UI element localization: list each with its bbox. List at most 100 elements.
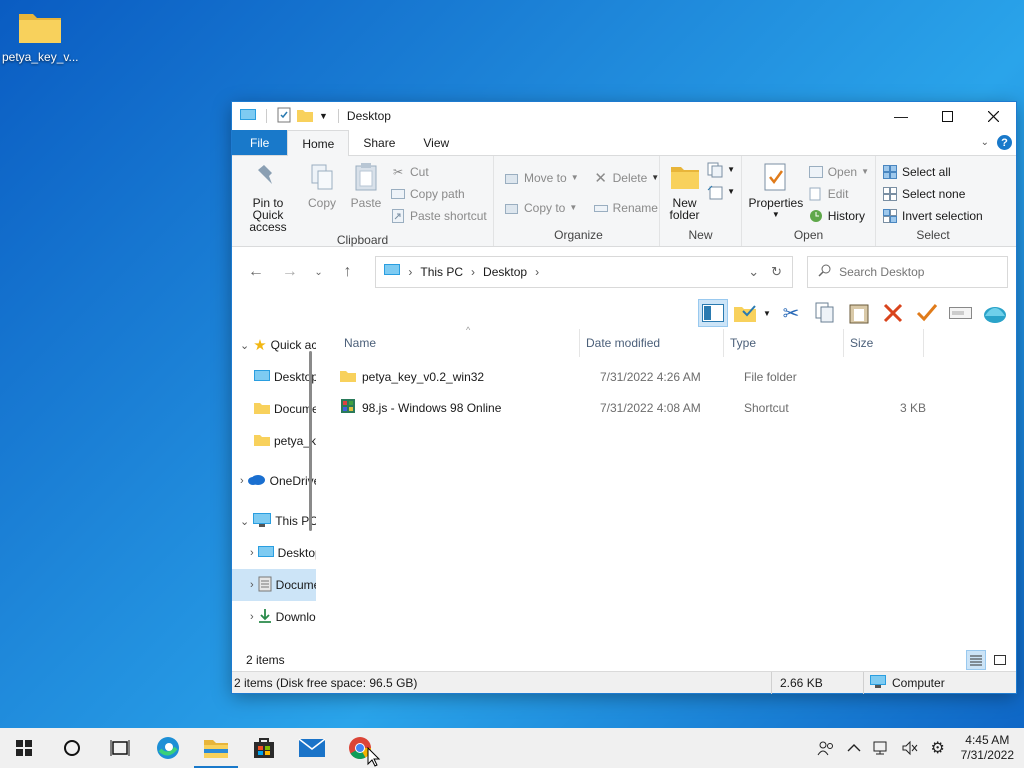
edit-button[interactable]: Edit: [808, 184, 869, 203]
large-icons-view-button[interactable]: [990, 650, 1010, 670]
search-input[interactable]: [839, 265, 1000, 279]
properties-button[interactable]: Properties ▼: [748, 160, 804, 228]
ribbon-tabs: File Home Share View ⌄ ?: [232, 130, 1016, 156]
item-count-row: 2 items: [232, 649, 1016, 671]
help-icon[interactable]: ?: [997, 135, 1012, 150]
minimize-button[interactable]: —: [878, 102, 924, 130]
easy-access-button[interactable]: ▼: [707, 182, 735, 201]
task-view-button[interactable]: [96, 728, 144, 768]
rename-toolbar-button[interactable]: [946, 299, 976, 327]
copy-button[interactable]: Copy: [302, 160, 342, 233]
file-row[interactable]: petya_key_v0.2_win32 7/31/2022 4:26 AM F…: [316, 361, 1016, 392]
nav-this-pc[interactable]: ⌄ This PC: [232, 505, 316, 537]
refresh-icon[interactable]: ↻: [771, 264, 782, 280]
delete-toolbar-button[interactable]: [878, 299, 908, 327]
search-taskbar-button[interactable]: [48, 728, 96, 768]
address-row: ← → ⌄ ↑ › This PC › Desktop › ⌄ ↻: [232, 247, 1016, 297]
folder-check-button[interactable]: ▼: [732, 299, 772, 327]
select-all-button[interactable]: Select all: [882, 162, 983, 181]
desktop-icon-petya-folder[interactable]: petya_key_v...: [2, 10, 79, 64]
chevron-up-icon[interactable]: [843, 737, 865, 759]
pin-to-quick-access-button[interactable]: Pin to Quick access: [238, 160, 298, 233]
nav-quick-desktop[interactable]: Desktop: [232, 361, 316, 393]
search-box[interactable]: [807, 256, 1009, 288]
column-name[interactable]: Name: [338, 329, 580, 357]
nav-quick-documents[interactable]: Documents: [232, 393, 316, 425]
store-taskbar-icon[interactable]: [240, 728, 288, 768]
invert-selection-button[interactable]: Invert selection: [882, 206, 983, 225]
copy-to-button[interactable]: Copy to ▼: [504, 198, 579, 217]
new-folder-button[interactable]: New folder: [666, 160, 703, 228]
customize-quick-access-icon[interactable]: ▼: [319, 111, 328, 121]
maximize-button[interactable]: [924, 102, 970, 130]
new-folder-quick-icon[interactable]: [297, 108, 313, 125]
rename-icon: [593, 200, 609, 216]
window-title: Desktop: [346, 109, 391, 123]
rename-button[interactable]: Rename: [593, 198, 660, 217]
paste-icon: [350, 160, 382, 194]
tab-share[interactable]: Share: [349, 130, 409, 155]
forward-button[interactable]: →: [274, 257, 306, 287]
tab-home[interactable]: Home: [287, 130, 350, 156]
tab-view[interactable]: View: [409, 130, 463, 155]
chevron-right-icon[interactable]: ›: [250, 547, 254, 559]
paste-button[interactable]: Paste: [346, 160, 386, 233]
file-explorer-taskbar-icon[interactable]: [192, 728, 240, 768]
taskbar-clock[interactable]: 4:45 AM 7/31/2022: [961, 733, 1014, 763]
column-type[interactable]: Type: [724, 329, 844, 357]
recent-locations-button[interactable]: ⌄: [308, 257, 330, 287]
check-toolbar-button[interactable]: [912, 299, 942, 327]
breadcrumb-desktop[interactable]: Desktop: [483, 265, 527, 279]
paste-shortcut-button[interactable]: Paste shortcut: [390, 206, 487, 225]
navigation-scrollbar[interactable]: [309, 351, 312, 531]
nav-quick-petya[interactable]: petya_key_v0.2_win32: [232, 425, 316, 457]
cut-toolbar-button[interactable]: ✂: [776, 299, 806, 327]
shell-toolbar-button[interactable]: [980, 299, 1010, 327]
close-button[interactable]: [970, 102, 1016, 130]
nav-pc-documents[interactable]: ›Documents: [232, 569, 316, 601]
copy-toolbar-button[interactable]: [810, 299, 840, 327]
breadcrumb-this-pc[interactable]: This PC: [420, 265, 463, 279]
preview-pane-button[interactable]: [698, 299, 728, 327]
copy-path-button[interactable]: Copy path: [390, 184, 487, 203]
folder-icon: [340, 369, 356, 385]
gear-icon[interactable]: ⚙: [927, 737, 949, 759]
details-view-button[interactable]: [966, 650, 986, 670]
move-to-button[interactable]: Move to ▼: [504, 168, 579, 187]
chevron-right-icon[interactable]: ›: [240, 475, 244, 487]
column-size[interactable]: Size: [844, 329, 924, 357]
mail-taskbar-icon[interactable]: [288, 728, 336, 768]
select-none-icon: [882, 186, 898, 202]
delete-button[interactable]: ✕ Delete ▼: [593, 168, 659, 187]
edge-taskbar-icon[interactable]: [144, 728, 192, 768]
chevron-right-icon[interactable]: ›: [250, 611, 254, 623]
nav-onedrive[interactable]: › OneDrive: [232, 465, 316, 497]
open-button[interactable]: Open ▼: [808, 162, 869, 181]
ribbon-expand-icon[interactable]: ⌄: [981, 137, 989, 148]
address-bar[interactable]: › This PC › Desktop › ⌄ ↻: [375, 256, 794, 288]
nav-pc-desktop[interactable]: ›Desktop: [232, 537, 316, 569]
address-dropdown-icon[interactable]: ⌄: [748, 264, 759, 280]
nav-quick-access[interactable]: ⌄★Quick access: [232, 329, 316, 361]
network-icon[interactable]: [871, 737, 893, 759]
chevron-down-icon[interactable]: ⌄: [240, 515, 249, 528]
tab-file[interactable]: File: [232, 130, 288, 155]
column-date-modified[interactable]: Date modified: [580, 329, 724, 357]
start-button[interactable]: [0, 728, 48, 768]
volume-muted-icon[interactable]: [899, 737, 921, 759]
people-icon[interactable]: [815, 737, 837, 759]
file-row[interactable]: 98.js - Windows 98 Online 7/31/2022 4:08…: [316, 392, 1016, 423]
cut-button[interactable]: ✂ Cut: [390, 162, 487, 181]
back-button[interactable]: ←: [240, 257, 272, 287]
properties-quick-icon[interactable]: [277, 107, 291, 126]
history-button[interactable]: History: [808, 206, 869, 225]
select-none-button[interactable]: Select none: [882, 184, 983, 203]
organize-group-label: Organize: [554, 228, 603, 242]
paste-toolbar-button[interactable]: [844, 299, 874, 327]
nav-pc-downloads[interactable]: ›Downloads: [232, 601, 316, 633]
up-button[interactable]: ↑: [332, 257, 364, 287]
new-item-button[interactable]: ▼: [707, 160, 735, 179]
file-explorer-window: ▼ Desktop — File Home Share View ⌄ ? Pin…: [232, 102, 1016, 694]
chevron-right-icon[interactable]: ›: [250, 579, 254, 591]
chevron-down-icon[interactable]: ⌄: [240, 339, 249, 352]
